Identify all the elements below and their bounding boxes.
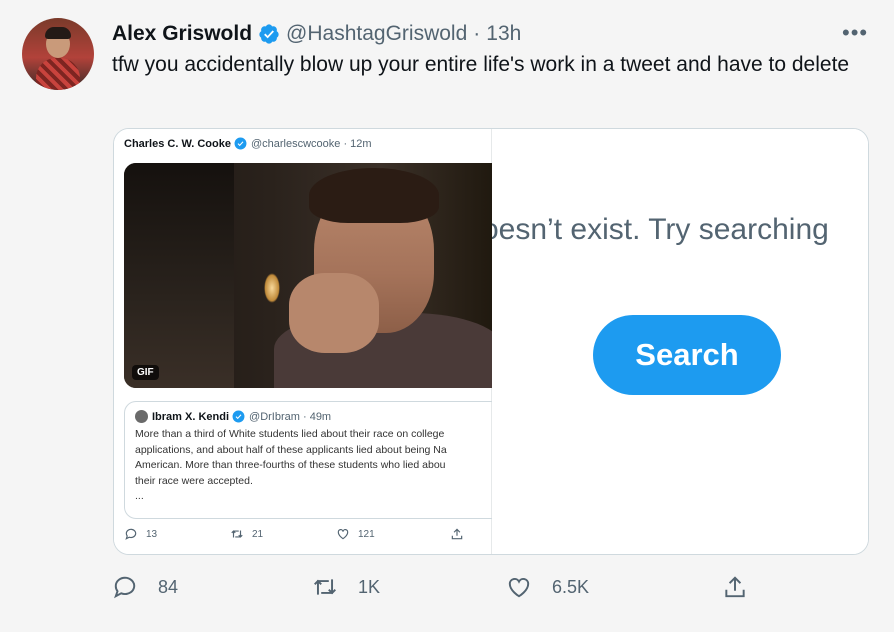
share-button[interactable]	[722, 574, 768, 600]
reply-button[interactable]: 84	[112, 574, 178, 600]
tweet-time[interactable]: 13h	[486, 22, 521, 46]
quote-handle: @DrIbram · 49m	[249, 410, 332, 423]
gif-image: GIF	[124, 163, 492, 388]
inner-like-count: 121	[358, 528, 375, 540]
reply-count: 84	[158, 576, 179, 597]
search-button: Search	[593, 315, 781, 395]
author-avatar[interactable]	[22, 18, 94, 90]
inner-like: 121	[336, 527, 375, 541]
inner-reply-count: 13	[146, 528, 158, 540]
retweet-icon	[314, 579, 336, 595]
inner-like-icon	[337, 529, 349, 540]
screenshot-left-pane: Charles C. W. Cooke @charlescwcooke · 12…	[114, 129, 504, 554]
share-icon	[725, 576, 745, 598]
inner-retweet: 21	[230, 527, 263, 541]
quote-avatar	[135, 410, 148, 423]
separator-dot: ·	[473, 22, 481, 45]
retweet-button[interactable]: 1K	[312, 574, 380, 600]
attached-image[interactable]: Charles C. W. Cooke @charlescwcooke · 12…	[113, 128, 869, 555]
like-icon	[508, 577, 530, 598]
tweet-header: Alex Griswold @HashtagGriswold · 13h	[112, 20, 521, 48]
quote-author-name: Ibram X. Kendi	[152, 410, 230, 423]
quote-verified-badge-icon	[232, 410, 245, 423]
tweet-text: tfw you accidentally blow up your entire…	[112, 53, 850, 76]
inner-verified-badge-icon	[234, 137, 247, 150]
inner-retweet-icon	[231, 530, 243, 538]
inner-tweet-header: Charles C. W. Cooke @charlescwcooke · 12…	[124, 137, 372, 150]
like-button[interactable]: 6.5K	[506, 574, 589, 600]
inner-handle: @charlescwcooke · 12m	[250, 137, 372, 150]
retweet-count: 1K	[358, 576, 381, 597]
inner-share	[450, 527, 472, 541]
gif-badge: GIF	[132, 365, 159, 380]
verified-badge-icon	[259, 24, 279, 44]
like-count: 6.5K	[552, 576, 590, 597]
inner-retweet-count: 21	[252, 528, 264, 540]
quote-text: More than a third of White students lied…	[135, 428, 447, 502]
page-not-found-text: oesn’t exist. Try searching	[492, 213, 829, 246]
reply-icon	[114, 576, 136, 599]
inner-share-icon	[451, 528, 463, 540]
tweet-action-bar: 84 1K 6.5K	[112, 574, 872, 608]
screenshot-right-pane: oesn’t exist. Try searching Search	[492, 129, 868, 554]
inner-author-name: Charles C. W. Cooke	[124, 137, 231, 150]
author-handle[interactable]: @HashtagGriswold	[286, 22, 467, 46]
quoted-tweet: Ibram X. Kendi @DrIbram · 49m More than …	[124, 401, 504, 519]
inner-reply-icon	[125, 528, 137, 540]
inner-reply: 13	[124, 527, 157, 541]
more-icon[interactable]: •••	[842, 20, 868, 46]
author-name[interactable]: Alex Griswold	[112, 22, 252, 46]
